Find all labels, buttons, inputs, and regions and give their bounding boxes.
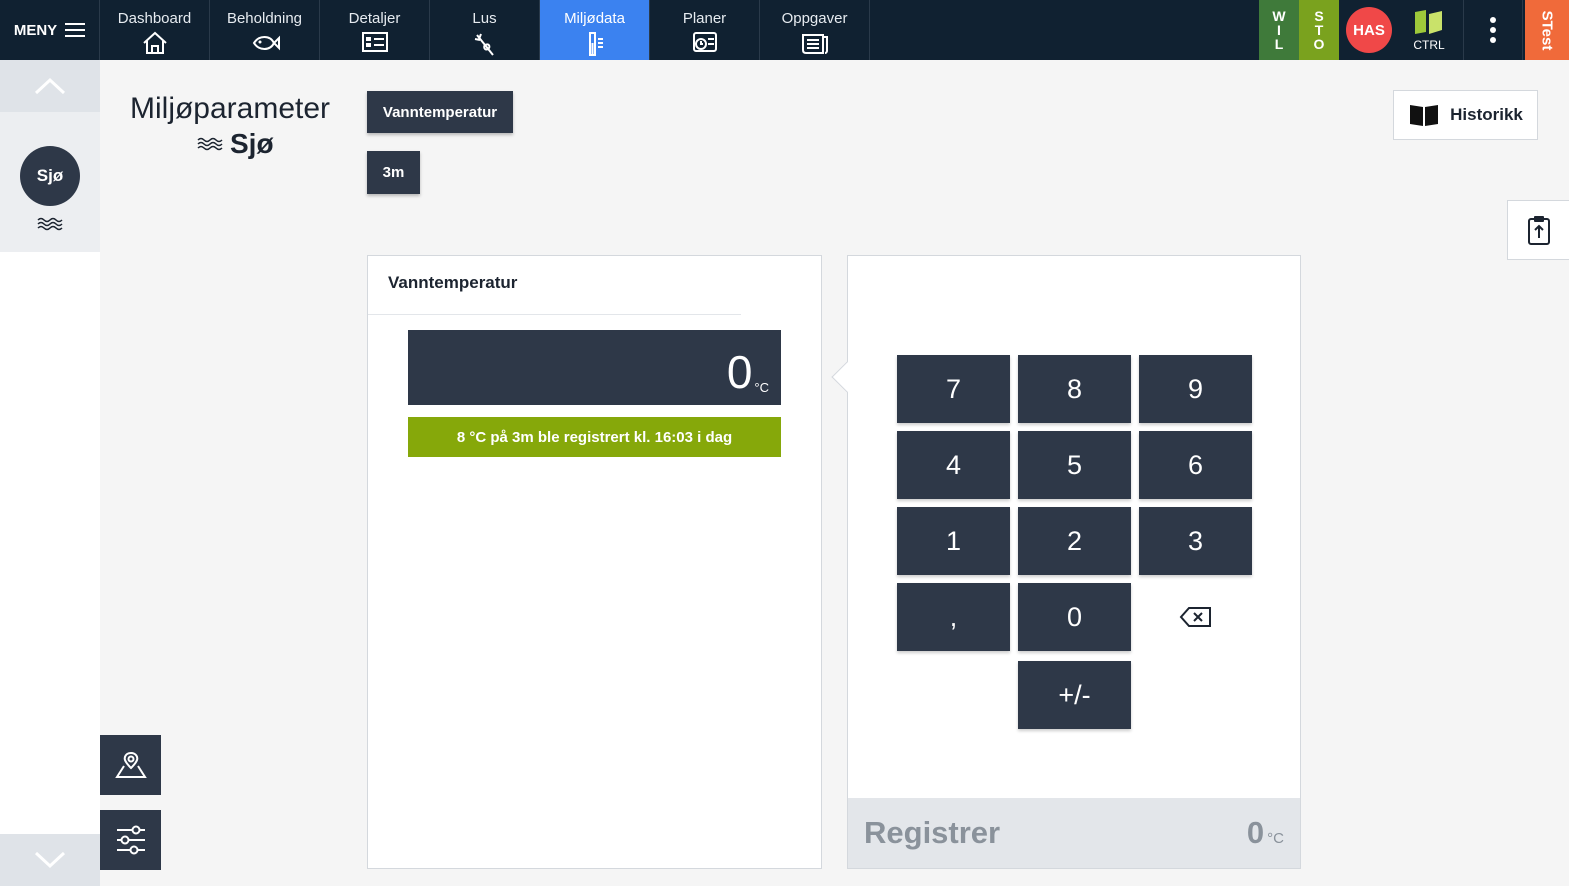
top-navigation-bar: MENY Dashboard Beholdning Detaljer Lus M…	[0, 0, 1569, 60]
depth-chip-3m[interactable]: 3m	[367, 151, 420, 194]
key-6[interactable]: 6	[1139, 431, 1252, 499]
tab-beholdning[interactable]: Beholdning	[210, 0, 320, 60]
user-initials: HAS	[1346, 7, 1392, 53]
thermometer-icon	[588, 32, 603, 56]
tab-lus[interactable]: Lus	[430, 0, 540, 60]
parameter-chip-vanntemperatur[interactable]: Vanntemperatur	[367, 91, 513, 133]
tab-dashboard[interactable]: Dashboard	[100, 0, 210, 60]
key-decimal[interactable]: ,	[897, 583, 1010, 651]
tab-label: Miljødata	[564, 10, 625, 27]
tab-label: Lus	[472, 10, 497, 27]
plans-icon	[692, 32, 717, 52]
register-value-wrap: 0 °C	[1247, 815, 1284, 851]
scroll-up-button[interactable]	[0, 60, 100, 112]
value-display[interactable]: 0 °C	[408, 330, 781, 405]
key-0[interactable]: 0	[1018, 583, 1131, 651]
register-button[interactable]: Registrer 0 °C	[848, 798, 1300, 868]
register-label: Registrer	[864, 815, 1001, 850]
details-card-icon	[361, 32, 388, 52]
more-options-icon[interactable]	[1463, 0, 1523, 60]
fish-icon	[252, 35, 280, 51]
key-7[interactable]: 7	[897, 355, 1010, 423]
environment-badge[interactable]: STest	[1525, 0, 1569, 60]
waves-icon	[197, 137, 223, 151]
keypad-panel: 7 8 9 4 5 6 1 2 3 , 0 +/- Registrer 0 °C	[831, 255, 1301, 869]
tab-planer[interactable]: Planer	[650, 0, 760, 60]
site-tag-sto[interactable]: S T O	[1299, 0, 1339, 60]
chevron-up-icon	[34, 77, 66, 95]
home-icon	[142, 31, 167, 54]
key-5[interactable]: 5	[1018, 431, 1131, 499]
lice-icon	[474, 33, 494, 56]
key-2[interactable]: 2	[1018, 507, 1131, 575]
history-button[interactable]: Historikk	[1393, 90, 1538, 140]
status-message: 8 °C på 3m ble registrert kl. 16:03 i da…	[408, 417, 781, 457]
register-value: 0	[1246, 815, 1265, 850]
tab-oppgaver[interactable]: Oppgaver	[760, 0, 870, 60]
key-9[interactable]: 9	[1139, 355, 1252, 423]
panel-title: Vanntemperatur	[388, 273, 518, 292]
key-plus-minus[interactable]: +/-	[1018, 661, 1131, 729]
site-tag-wil[interactable]: W I L	[1259, 0, 1299, 60]
waves-icon	[37, 217, 63, 231]
backspace-button[interactable]	[1139, 583, 1252, 651]
register-unit: °C	[1267, 830, 1284, 847]
display-value: 0	[726, 346, 753, 398]
history-label: Historikk	[1450, 105, 1523, 124]
map-location-button[interactable]	[100, 735, 161, 795]
map-pin-icon	[114, 751, 147, 778]
ctrl-label: CTRL	[1413, 38, 1445, 52]
location-sidebar: Sjø	[0, 60, 100, 886]
tab-label: Detaljer	[348, 10, 401, 27]
backspace-icon	[1179, 607, 1211, 627]
key-4[interactable]: 4	[897, 431, 1010, 499]
panel-divider	[368, 314, 741, 315]
scroll-down-button[interactable]	[0, 834, 100, 886]
key-8[interactable]: 8	[1018, 355, 1131, 423]
clipboard-icon	[1527, 216, 1550, 245]
clipboard-button[interactable]	[1507, 200, 1569, 260]
user-avatar-button[interactable]: HAS	[1339, 0, 1399, 60]
display-unit: °C	[754, 380, 769, 395]
book-icon	[1410, 105, 1439, 126]
hamburger-icon	[65, 23, 86, 37]
key-1[interactable]: 1	[897, 507, 1010, 575]
filter-settings-button[interactable]	[100, 810, 161, 870]
ctrl-logo-icon	[1415, 10, 1442, 34]
measurement-panel: Vanntemperatur 0 °C 8 °C på 3m ble regis…	[367, 255, 822, 869]
panel-pointer	[831, 361, 863, 393]
key-3[interactable]: 3	[1139, 507, 1252, 575]
tab-miljodata[interactable]: Miljødata	[540, 0, 650, 60]
menu-label: MENY	[13, 21, 58, 39]
ctrl-button[interactable]: CTRL	[1399, 0, 1459, 60]
subtitle-text: Sjø	[230, 128, 274, 159]
tab-label: Beholdning	[226, 10, 303, 27]
location-badge: Sjø	[20, 146, 80, 206]
chevron-down-icon	[34, 851, 66, 869]
page-title: Miljøparameter	[130, 92, 331, 125]
sidebar-item-sjo[interactable]: Sjø	[0, 112, 100, 252]
menu-button[interactable]: MENY	[0, 0, 100, 60]
tab-label: Oppgaver	[781, 10, 848, 27]
tab-detaljer[interactable]: Detaljer	[320, 0, 430, 60]
sliders-icon	[116, 825, 145, 855]
page-subtitle: Sjø	[196, 128, 274, 160]
top-right-controls: W I L S T O HAS CTRL STest	[1259, 0, 1569, 60]
tab-label: Planer	[682, 10, 727, 27]
tab-label: Dashboard	[117, 10, 192, 27]
tasks-icon	[801, 34, 828, 54]
